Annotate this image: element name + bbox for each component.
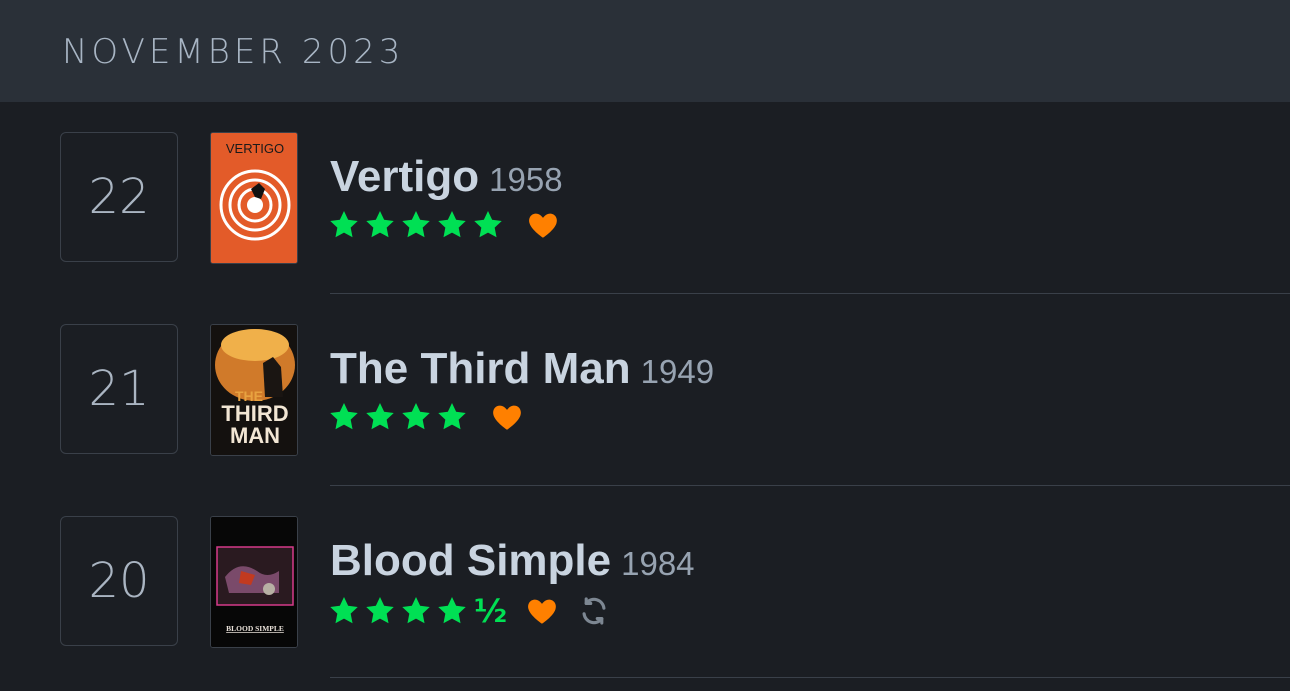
month-header: NOVEMBER 2023 bbox=[0, 0, 1290, 102]
film-title[interactable]: Vertigo bbox=[330, 152, 479, 201]
star-icon bbox=[402, 597, 430, 624]
diary-entry: 21 THE THIRD MAN The Third Man 1949 bbox=[0, 294, 1290, 486]
star-icon bbox=[402, 403, 430, 430]
star-icon bbox=[366, 403, 394, 430]
day-box[interactable]: 21 bbox=[60, 324, 178, 454]
film-title[interactable]: The Third Man bbox=[330, 344, 631, 393]
day-box[interactable]: 20 bbox=[60, 516, 178, 646]
poster-vertigo[interactable]: VERTIGO bbox=[210, 132, 298, 264]
star-icon bbox=[366, 211, 394, 238]
heart-icon[interactable] bbox=[525, 594, 559, 628]
poster-text-man: MAN bbox=[230, 423, 280, 448]
rating-row bbox=[328, 208, 560, 242]
star-icon bbox=[330, 211, 358, 238]
film-year[interactable]: 1949 bbox=[641, 353, 714, 390]
star-icon bbox=[438, 597, 466, 624]
star-icon bbox=[330, 597, 358, 624]
star-icon bbox=[438, 403, 466, 430]
poster-blood-simple[interactable]: BLOOD SIMPLE bbox=[210, 516, 298, 648]
star-icon bbox=[366, 597, 394, 624]
film-title[interactable]: Blood Simple bbox=[330, 536, 611, 585]
star-icon bbox=[438, 211, 466, 238]
rating-row: ½ bbox=[328, 592, 611, 630]
day-box[interactable]: 22 bbox=[60, 132, 178, 262]
heart-icon[interactable] bbox=[490, 400, 524, 434]
film-year[interactable]: 1984 bbox=[621, 545, 694, 582]
month-label: NOVEMBER 2023 bbox=[62, 32, 405, 72]
rating-row bbox=[328, 400, 524, 434]
star-icon bbox=[402, 211, 430, 238]
poster-title-text: BLOOD SIMPLE bbox=[226, 624, 284, 633]
title-row: Blood Simple 1984 bbox=[330, 536, 695, 586]
rewatch-icon[interactable] bbox=[577, 594, 611, 628]
divider bbox=[330, 677, 1290, 678]
title-row: Vertigo 1958 bbox=[330, 152, 563, 202]
poster-the-third-man[interactable]: THE THIRD MAN bbox=[210, 324, 298, 456]
title-row: The Third Man 1949 bbox=[330, 344, 714, 394]
half-star-icon: ½ bbox=[474, 592, 508, 630]
heart-icon[interactable] bbox=[526, 208, 560, 242]
poster-title-text: VERTIGO bbox=[226, 141, 284, 156]
star-icon bbox=[330, 403, 358, 430]
film-year[interactable]: 1958 bbox=[489, 161, 562, 198]
diary-entry: 22 VERTIGO Vertigo 1958 bbox=[0, 102, 1290, 294]
diary-entry: 20 BLOOD SIMPLE Blood Simple 1984 ½ bbox=[0, 486, 1290, 678]
star-icon bbox=[474, 211, 502, 238]
